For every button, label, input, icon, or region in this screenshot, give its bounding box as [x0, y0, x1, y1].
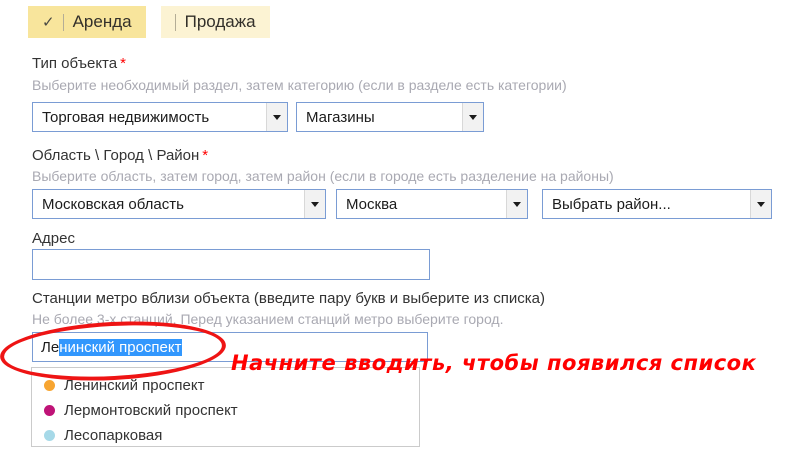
- object-type-hint: Выберите необходимый раздел, затем катег…: [32, 77, 567, 93]
- deal-type-tabs: ✓ Аренда Продажа: [28, 6, 270, 38]
- dropdown-arrow-icon[interactable]: [462, 103, 483, 131]
- object-type-label: Тип объекта*: [32, 55, 126, 72]
- suggestion-label: Лесопарковая: [64, 427, 162, 444]
- tab-divider: [175, 14, 176, 31]
- listing-form-page: ✓ Аренда Продажа Тип объекта* Выберите н…: [0, 0, 788, 451]
- location-label: Область \ Город \ Район*: [32, 147, 208, 164]
- location-hint: Выберите область, затем город, затем рай…: [32, 168, 614, 184]
- metro-label: Станции метро вблизи объекта (введите па…: [32, 290, 545, 307]
- district-value: Выбрать район...: [543, 196, 750, 213]
- metro-line-dot-icon: [44, 405, 55, 416]
- dropdown-arrow-icon[interactable]: [750, 190, 771, 218]
- metro-typed-text: Ле: [41, 339, 59, 356]
- tab-divider: [63, 14, 64, 31]
- city-value: Москва: [337, 196, 506, 213]
- object-category-value: Магазины: [297, 109, 462, 126]
- city-select[interactable]: Москва: [336, 189, 528, 219]
- district-select[interactable]: Выбрать район...: [542, 189, 772, 219]
- required-asterisk: *: [120, 55, 126, 72]
- metro-autocomplete-selection: нинский проспект: [59, 339, 181, 356]
- region-select[interactable]: Московская область: [32, 189, 326, 219]
- list-item[interactable]: Ленинский проспект: [32, 373, 419, 398]
- address-label: Адрес: [32, 230, 75, 247]
- tab-rent-label: Аренда: [73, 12, 132, 32]
- tab-sale[interactable]: Продажа: [161, 6, 270, 38]
- dropdown-arrow-icon[interactable]: [506, 190, 527, 218]
- list-item[interactable]: Лермонтовский проспект: [32, 398, 419, 423]
- metro-hint: Не более 3-х станций. Перед указанием ст…: [32, 311, 504, 327]
- required-asterisk: *: [202, 147, 208, 164]
- metro-search-input[interactable]: Ленинский проспект: [32, 332, 428, 362]
- tab-sale-label: Продажа: [185, 12, 256, 32]
- object-section-value: Торговая недвижимость: [33, 109, 266, 126]
- dropdown-arrow-icon[interactable]: [266, 103, 287, 131]
- metro-suggestion-list: Ленинский проспект Лермонтовский проспек…: [31, 367, 420, 447]
- address-input[interactable]: [32, 249, 430, 280]
- suggestion-label: Лермонтовский проспект: [64, 402, 238, 419]
- suggestion-label: Ленинский проспект: [64, 377, 205, 394]
- check-icon: ✓: [42, 13, 55, 31]
- metro-line-dot-icon: [44, 380, 55, 391]
- object-category-select[interactable]: Магазины: [296, 102, 484, 132]
- region-value: Московская область: [33, 196, 304, 213]
- object-section-select[interactable]: Торговая недвижимость: [32, 102, 288, 132]
- tab-rent[interactable]: ✓ Аренда: [28, 6, 146, 38]
- list-item[interactable]: Лесопарковая: [32, 423, 419, 448]
- metro-line-dot-icon: [44, 430, 55, 441]
- dropdown-arrow-icon[interactable]: [304, 190, 325, 218]
